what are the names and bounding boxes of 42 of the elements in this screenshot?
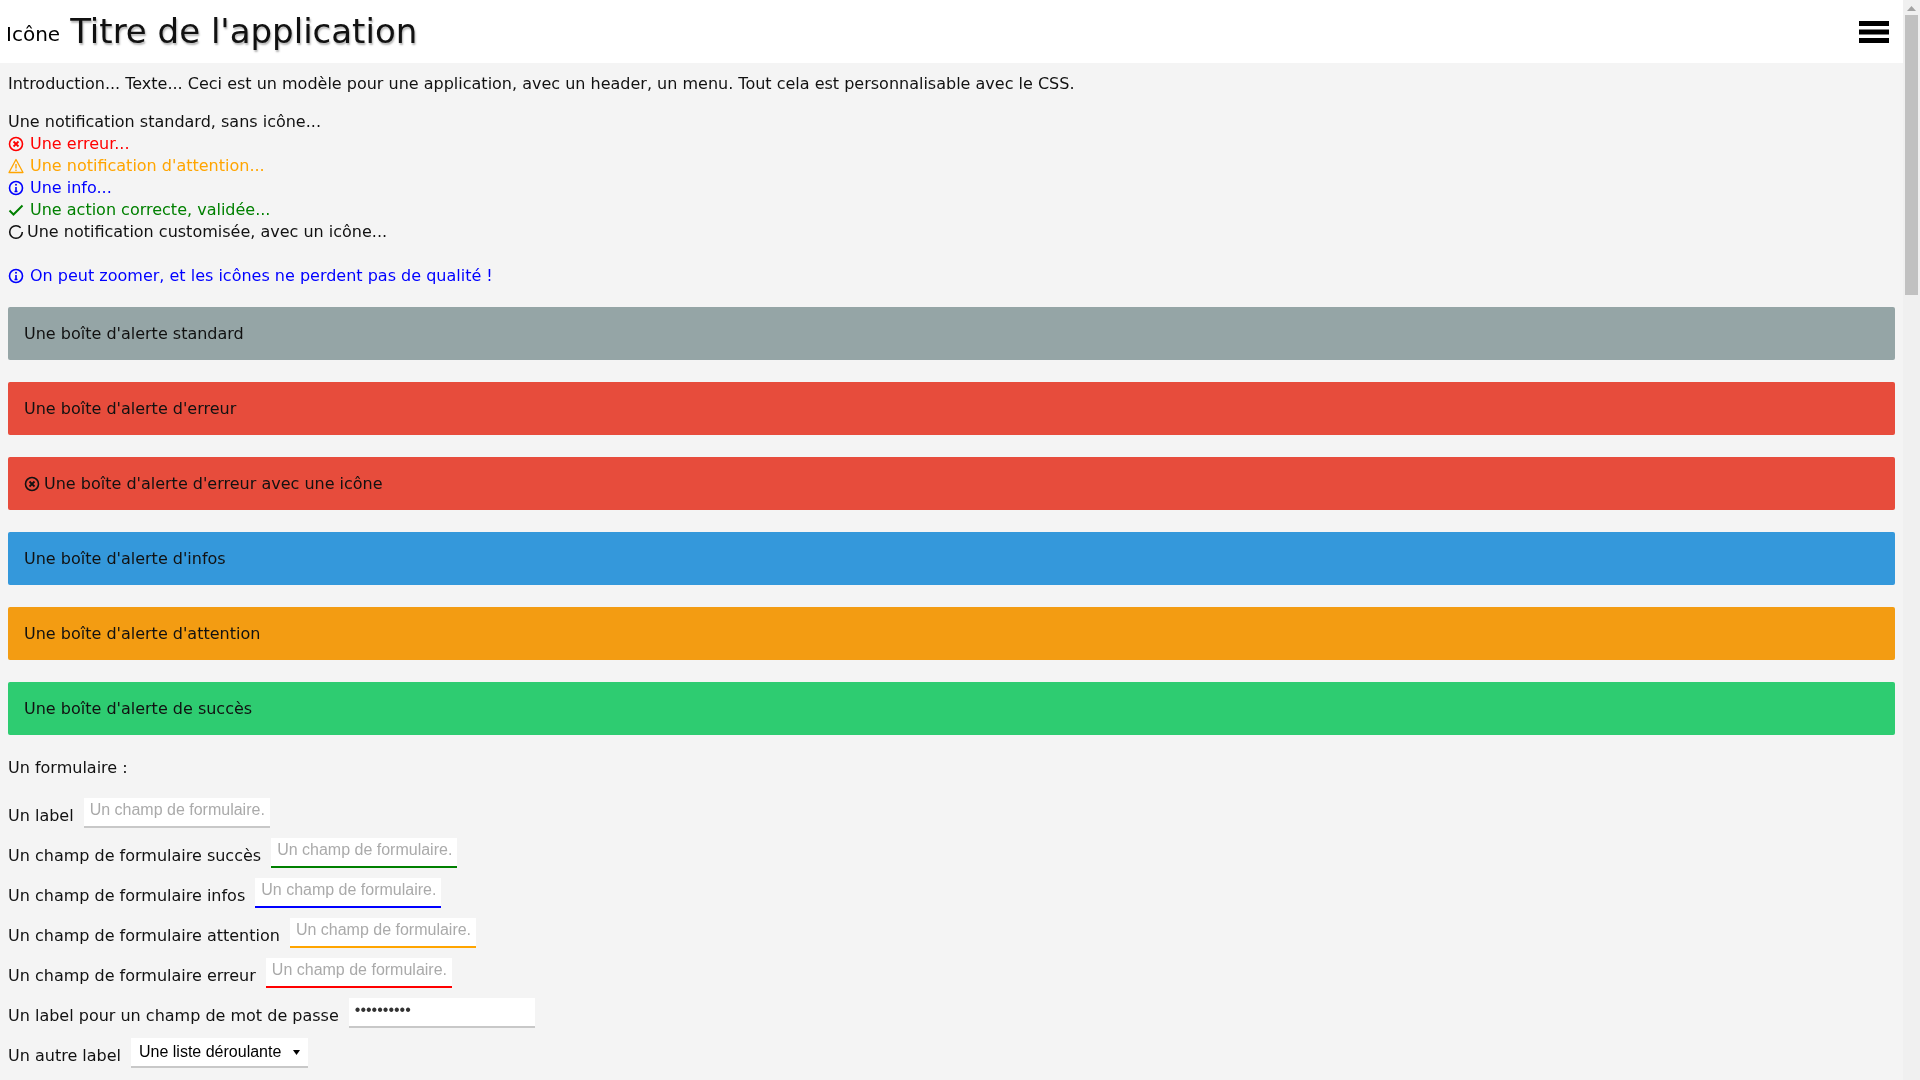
- intro-text: Introduction... Texte... Ceci est un modèle pour une application, avec un header, un menu. Tout cela est personnalisable avec le CSS.: [8, 73, 1076, 95]
- alert-text: Une boîte d'alerte d'erreur avec une icône: [44, 472, 383, 495]
- notification-text: Une erreur...: [30, 133, 130, 155]
- alert-text: Une boîte d'alerte d'attention: [24, 622, 261, 645]
- scroll-up-icon[interactable]: [1907, 6, 1916, 11]
- input-field[interactable]: Un champ de formulaire.: [255, 878, 442, 908]
- scroll-thumb[interactable]: [1905, 15, 1918, 295]
- field-label: Un label pour un champ de mot de passe: [8, 1005, 339, 1027]
- x-circle-icon: [24, 475, 40, 492]
- dropdown[interactable]: Une liste déroulante: [131, 1038, 309, 1068]
- alert-text: Une boîte d'alerte d'erreur: [24, 397, 237, 420]
- input-field[interactable]: Un champ de formulaire.: [265, 958, 452, 988]
- notification-text: Une notification d'attention...: [30, 155, 265, 177]
- input-field[interactable]: Un champ de formulaire.: [271, 838, 458, 868]
- password-field[interactable]: ••••••••••: [348, 998, 535, 1028]
- field-label: Un champ de formulaire infos: [8, 885, 246, 907]
- warning-icon: [8, 158, 24, 174]
- alert-text: Une boîte d'alerte de succès: [24, 697, 253, 720]
- notification-text: Une notification customisée, avec un icône...: [27, 221, 388, 243]
- alert-text: Une boîte d'alerte d'infos: [24, 547, 226, 570]
- x-circle-icon: [8, 136, 24, 152]
- spinner-icon: [8, 224, 24, 240]
- scrollbar[interactable]: [1903, 0, 1920, 1080]
- form-title: Un formulaire :: [8, 757, 129, 779]
- field-label: Un autre label: [8, 1045, 121, 1067]
- notification-text: On peut zoomer, et les icônes ne perdent pas de qualité !: [30, 265, 493, 287]
- info-icon: [8, 268, 24, 284]
- field-label: Un champ de formulaire erreur: [8, 965, 256, 987]
- notification-text: Une action correcte, validée...: [30, 199, 271, 221]
- field-label: Un champ de formulaire succès: [8, 845, 262, 867]
- menu-icon[interactable]: [1859, 20, 1889, 43]
- caret-icon: [293, 1049, 301, 1055]
- app-icon-label: Icône: [6, 20, 61, 48]
- app-title: Titre de l'application: [70, 10, 418, 53]
- check-icon: [8, 202, 24, 218]
- input-field[interactable]: Un champ de formulaire.: [289, 918, 476, 948]
- notification-text: Une notification standard, sans icône...: [8, 111, 321, 133]
- alert-text: Une boîte d'alerte standard: [24, 322, 244, 345]
- field-label: Un champ de formulaire attention: [8, 925, 280, 947]
- info-icon: [8, 180, 24, 196]
- field-label: Un label: [8, 805, 74, 827]
- notification-text: Une info...: [30, 177, 112, 199]
